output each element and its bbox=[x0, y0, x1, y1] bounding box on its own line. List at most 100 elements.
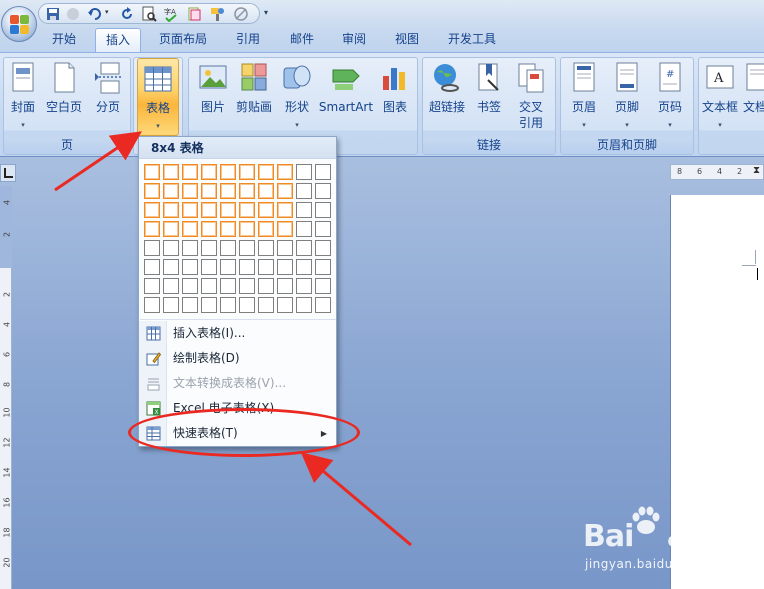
grid-cell[interactable] bbox=[201, 202, 217, 218]
tab-references[interactable]: 引用 bbox=[226, 28, 270, 52]
grid-cell[interactable] bbox=[220, 240, 236, 256]
tab-selector[interactable] bbox=[0, 164, 16, 182]
grid-cell[interactable] bbox=[220, 297, 236, 313]
grid-cell[interactable] bbox=[163, 221, 179, 237]
grid-cell[interactable] bbox=[296, 183, 312, 199]
grid-cell[interactable] bbox=[201, 164, 217, 180]
grid-cell[interactable] bbox=[201, 278, 217, 294]
grid-cell[interactable] bbox=[144, 202, 160, 218]
undo-icon[interactable] bbox=[87, 6, 103, 22]
grid-cell[interactable] bbox=[277, 278, 293, 294]
grid-cell[interactable] bbox=[144, 183, 160, 199]
paint-icon[interactable] bbox=[233, 6, 249, 22]
grid-cell[interactable] bbox=[239, 221, 255, 237]
grid-cell[interactable] bbox=[144, 259, 160, 275]
grid-cell[interactable] bbox=[277, 297, 293, 313]
grid-cell[interactable] bbox=[315, 202, 331, 218]
grid-cell[interactable] bbox=[296, 259, 312, 275]
grid-cell[interactable] bbox=[239, 183, 255, 199]
grid-cell[interactable] bbox=[239, 259, 255, 275]
grid-cell[interactable] bbox=[201, 221, 217, 237]
grid-cell[interactable] bbox=[258, 164, 274, 180]
grid-cell[interactable] bbox=[315, 259, 331, 275]
grid-cell[interactable] bbox=[163, 297, 179, 313]
horizontal-ruler[interactable]: 8 6 4 2 ⧗ bbox=[670, 164, 764, 180]
spelling-icon[interactable]: 字A bbox=[163, 6, 179, 22]
grid-cell[interactable] bbox=[277, 259, 293, 275]
grid-cell[interactable] bbox=[239, 297, 255, 313]
grid-cell[interactable] bbox=[258, 202, 274, 218]
grid-cell[interactable] bbox=[182, 240, 198, 256]
grid-cell[interactable] bbox=[315, 164, 331, 180]
tab-mailings[interactable]: 邮件 bbox=[280, 28, 324, 52]
grid-cell[interactable] bbox=[220, 221, 236, 237]
grid-cell[interactable] bbox=[201, 259, 217, 275]
tab-developer[interactable]: 开发工具 bbox=[438, 28, 506, 52]
grid-cell[interactable] bbox=[315, 183, 331, 199]
grid-cell[interactable] bbox=[239, 164, 255, 180]
grid-cell[interactable] bbox=[296, 297, 312, 313]
table-button[interactable]: 表格 ▾ bbox=[137, 58, 179, 136]
grid-cell[interactable] bbox=[220, 259, 236, 275]
grid-cell[interactable] bbox=[258, 278, 274, 294]
grid-cell[interactable] bbox=[258, 183, 274, 199]
grid-cell[interactable] bbox=[239, 278, 255, 294]
grid-cell[interactable] bbox=[144, 278, 160, 294]
grid-cell[interactable] bbox=[201, 183, 217, 199]
tab-view[interactable]: 视图 bbox=[385, 28, 429, 52]
grid-cell[interactable] bbox=[315, 278, 331, 294]
grid-cell[interactable] bbox=[182, 183, 198, 199]
textbox-button[interactable]: A 文本框 ▾ bbox=[699, 58, 741, 138]
grid-cell[interactable] bbox=[163, 164, 179, 180]
footer-button[interactable]: 页脚 ▾ bbox=[605, 58, 649, 138]
grid-cell[interactable] bbox=[163, 259, 179, 275]
shapes-button[interactable]: 形状 ▾ bbox=[277, 58, 317, 138]
grid-cell[interactable] bbox=[277, 202, 293, 218]
cover-page-button[interactable]: 封面 ▾ bbox=[6, 58, 40, 138]
grid-cell[interactable] bbox=[220, 164, 236, 180]
grid-cell[interactable] bbox=[163, 240, 179, 256]
redo-icon[interactable] bbox=[65, 6, 81, 22]
grid-cell[interactable] bbox=[182, 202, 198, 218]
cross-reference-button[interactable]: 交叉 引用 bbox=[509, 58, 553, 138]
grid-cell[interactable] bbox=[182, 297, 198, 313]
page-break-button[interactable]: 分页 bbox=[88, 58, 128, 138]
print-preview-icon[interactable] bbox=[141, 6, 157, 22]
repeat-icon[interactable] bbox=[119, 6, 135, 22]
smartart-button[interactable]: SmartArt bbox=[317, 58, 375, 138]
bookmark-button[interactable]: 书签 bbox=[471, 58, 507, 138]
page-number-button[interactable]: # 页码 ▾ bbox=[649, 58, 691, 138]
indent-marker-icon[interactable]: ⧗ bbox=[753, 165, 760, 176]
blank-page-button[interactable]: 空白页 bbox=[42, 58, 86, 138]
grid-cell[interactable] bbox=[182, 278, 198, 294]
draw-table-item[interactable]: 绘制表格(D) bbox=[139, 346, 336, 371]
grid-cell[interactable] bbox=[144, 164, 160, 180]
grid-cell[interactable] bbox=[182, 164, 198, 180]
open-icon[interactable] bbox=[187, 6, 203, 22]
grid-cell[interactable] bbox=[220, 202, 236, 218]
grid-cell[interactable] bbox=[258, 297, 274, 313]
grid-cell[interactable] bbox=[296, 202, 312, 218]
grid-cell[interactable] bbox=[144, 221, 160, 237]
picture-button[interactable]: 图片 bbox=[193, 58, 233, 138]
grid-cell[interactable] bbox=[296, 240, 312, 256]
save-icon[interactable] bbox=[45, 6, 61, 22]
grid-cell[interactable] bbox=[201, 297, 217, 313]
grid-cell[interactable] bbox=[144, 240, 160, 256]
chart-button[interactable]: 图表 bbox=[375, 58, 415, 138]
grid-cell[interactable] bbox=[182, 221, 198, 237]
grid-cell[interactable] bbox=[277, 221, 293, 237]
grid-cell[interactable] bbox=[163, 183, 179, 199]
grid-cell[interactable] bbox=[315, 240, 331, 256]
grid-cell[interactable] bbox=[296, 221, 312, 237]
hyperlink-button[interactable]: 超链接 bbox=[425, 58, 469, 138]
grid-cell[interactable] bbox=[258, 259, 274, 275]
grid-cell[interactable] bbox=[239, 202, 255, 218]
grid-cell[interactable] bbox=[163, 202, 179, 218]
grid-cell[interactable] bbox=[296, 278, 312, 294]
customize-qat-icon[interactable]: ▾ bbox=[264, 8, 274, 18]
undo-dropdown-icon[interactable]: ▾ bbox=[105, 8, 109, 16]
tab-review[interactable]: 审阅 bbox=[332, 28, 376, 52]
grid-cell[interactable] bbox=[163, 278, 179, 294]
office-button[interactable] bbox=[1, 6, 37, 42]
